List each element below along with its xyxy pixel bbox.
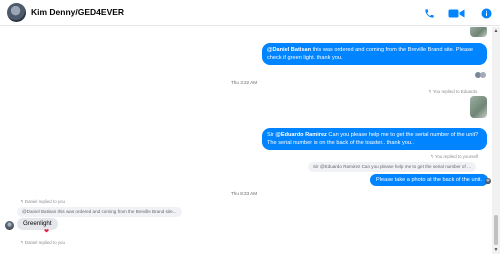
- incoming-message[interactable]: Greenlight: [17, 218, 58, 230]
- scrollbar[interactable]: ▲ ▼: [492, 27, 500, 254]
- contact-avatar[interactable]: [7, 3, 26, 22]
- scroll-down-arrow-icon[interactable]: ▼: [493, 247, 499, 253]
- reply-indicator: ↰ Daniel replied to you: [20, 240, 65, 245]
- video-camera-icon[interactable]: [447, 6, 465, 20]
- message-thread[interactable]: @Daniel Batisan this was ordered and com…: [0, 27, 492, 254]
- outgoing-message[interactable]: @Daniel Batisan this was ordered and com…: [262, 43, 487, 65]
- reply-indicator: ↰ You replied to Eduardo: [428, 89, 478, 94]
- mention[interactable]: @Daniel Batisan: [267, 47, 311, 53]
- seen-avatar: [480, 72, 486, 78]
- info-icon[interactable]: [480, 6, 492, 20]
- outgoing-message[interactable]: Please take a photo at the back of the u…: [370, 174, 489, 186]
- shared-photo-thumbnail[interactable]: [470, 27, 487, 37]
- quoted-message[interactable]: Sir @Eduardo Ramirez Can you please help…: [308, 162, 476, 172]
- heart-reaction-icon[interactable]: ❤: [44, 228, 49, 235]
- reply-indicator: ↰ You replied to yourself: [430, 154, 479, 159]
- mention[interactable]: @Eduardo Ramirez: [275, 132, 326, 138]
- shared-photo-thumbnail[interactable]: [470, 96, 487, 118]
- timestamp: Thu 8:33 AM: [231, 191, 258, 196]
- sender-avatar[interactable]: [5, 221, 14, 230]
- timestamp: Thu 3:32 AM: [231, 80, 258, 85]
- chat-title[interactable]: Kim Denny/GED4EVER: [31, 7, 124, 17]
- phone-icon[interactable]: [423, 6, 435, 20]
- scroll-up-arrow-icon[interactable]: ▲: [493, 28, 499, 34]
- quoted-message[interactable]: @Daniel Batisan this was ordered and com…: [17, 207, 182, 217]
- scrollbar-thumb[interactable]: [494, 215, 498, 245]
- chat-header: Kim Denny/GED4EVER: [0, 0, 500, 26]
- reply-indicator: ↰ Daniel replied to you: [20, 199, 65, 204]
- outgoing-message[interactable]: Sir @Eduardo Ramirez Can you please help…: [262, 128, 487, 150]
- seen-avatar: [485, 178, 491, 184]
